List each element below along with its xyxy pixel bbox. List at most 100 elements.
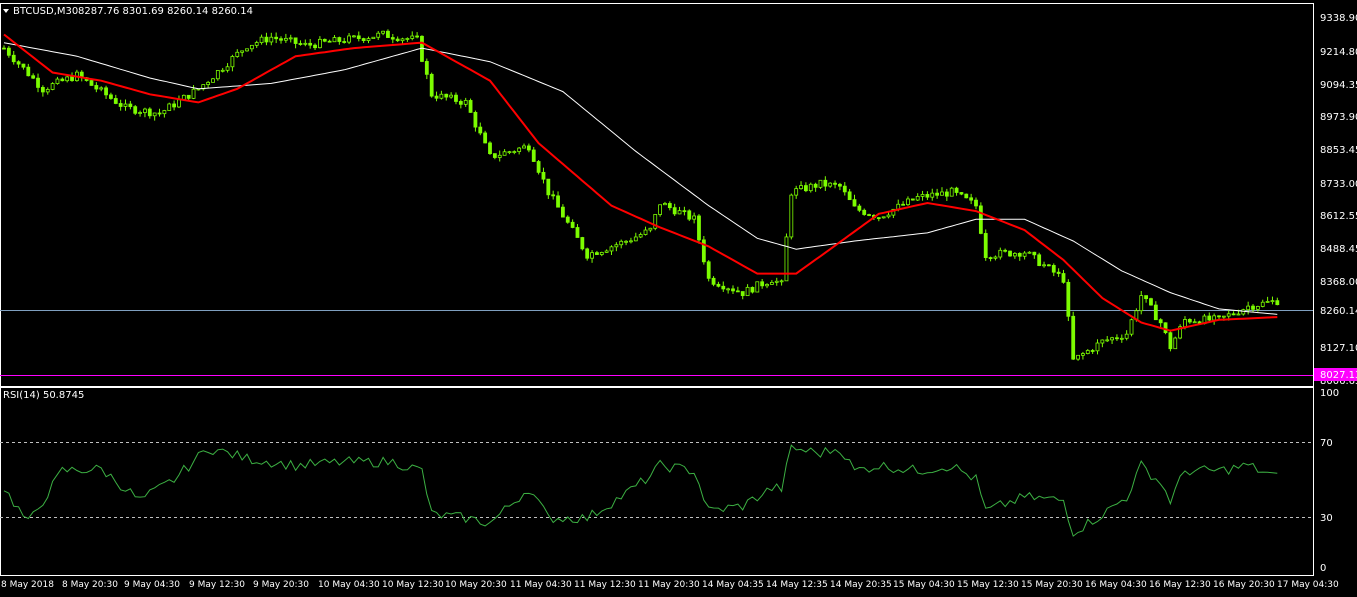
candle-body — [215, 70, 220, 80]
candle-body — [804, 185, 808, 192]
price-tick-label: 8127.10 — [1320, 343, 1357, 354]
rsi-axis: 100 70 30 0 — [1320, 388, 1339, 574]
candle-body — [288, 37, 293, 40]
candle-body — [492, 153, 497, 158]
candle-body — [279, 38, 283, 41]
candle-body — [1129, 319, 1134, 335]
candle-body — [488, 142, 492, 155]
candle-body — [726, 288, 731, 291]
candle-body — [40, 87, 45, 93]
candle-body — [11, 54, 16, 63]
candle-body — [570, 221, 575, 228]
candle-body — [672, 207, 677, 215]
candle-body — [833, 182, 837, 185]
ma-slow-line — [3, 42, 1278, 315]
price-tick-label: 8973.90 — [1320, 112, 1357, 123]
candle-body — [439, 93, 444, 99]
candle-body — [1100, 339, 1105, 344]
candle-body — [624, 240, 628, 243]
candle-body — [283, 37, 288, 41]
candle-body — [1158, 319, 1163, 324]
candle-body — [925, 194, 930, 198]
candle-body — [1095, 342, 1100, 352]
candle-body — [162, 110, 167, 115]
candle-body — [954, 187, 959, 193]
candle-body — [998, 249, 1003, 258]
candle-body — [186, 94, 191, 99]
candle-body — [1071, 315, 1076, 360]
candle-body — [352, 35, 356, 38]
candle-body — [128, 103, 133, 108]
candle-body — [755, 281, 760, 293]
candle-body — [1260, 301, 1265, 307]
candle-body — [1221, 315, 1226, 318]
candle-body — [347, 35, 351, 43]
candle-body — [745, 286, 750, 297]
candle-body — [1017, 252, 1022, 257]
symbol-label: BTCUSD,M30 — [13, 6, 78, 17]
candle-body — [906, 198, 910, 206]
candle-body — [760, 281, 765, 287]
candle-body — [813, 183, 818, 188]
candle-body — [483, 132, 488, 144]
candle-body — [1251, 305, 1255, 310]
candle-body — [1139, 295, 1144, 312]
dropdown-triangle-icon[interactable] — [3, 9, 9, 13]
candle-body — [376, 32, 381, 38]
candle-body — [862, 209, 867, 215]
time-tick-label: 11 May 12:30 — [574, 580, 636, 590]
candle-body — [2, 47, 6, 50]
candle-body — [381, 30, 385, 34]
candle-body — [191, 88, 196, 99]
candle-body — [935, 192, 940, 196]
candle-body — [55, 78, 60, 84]
candle-body — [541, 171, 546, 180]
candle-body — [629, 240, 633, 243]
candle-body — [298, 43, 303, 45]
candle-body — [1124, 333, 1129, 339]
candle-body — [123, 103, 128, 107]
candle-body — [274, 36, 279, 40]
candle-body — [706, 261, 711, 279]
candle-body — [1051, 265, 1056, 273]
candle-body — [638, 234, 643, 238]
candle-body — [424, 61, 429, 75]
candle-body — [269, 36, 274, 43]
candle-body — [118, 103, 123, 107]
candle-body — [507, 151, 512, 154]
candle-body — [225, 66, 230, 71]
price-panel-frame — [0, 3, 1314, 387]
time-axis: 8 May 2018 8 May 20:30 9 May 04:30 9 May… — [1, 580, 1339, 590]
candle-body — [828, 182, 833, 187]
candle-body — [502, 151, 507, 156]
time-tick-label: 8 May 20:30 — [62, 580, 118, 590]
candle-body — [721, 285, 726, 290]
time-tick-label: 16 May 20:30 — [1213, 580, 1275, 590]
candle-body — [765, 284, 769, 287]
candle-body — [444, 93, 449, 98]
candle-body — [342, 41, 347, 43]
candle-body — [31, 75, 36, 79]
candle-body — [794, 188, 799, 196]
candle-body — [531, 149, 536, 162]
candle-body — [536, 161, 541, 173]
price-tick-label: 8612.55 — [1320, 211, 1357, 222]
candle-body — [1003, 249, 1008, 252]
time-tick-label: 14 May 12:35 — [766, 580, 828, 590]
candle-body — [113, 98, 118, 104]
candle-body — [26, 66, 31, 77]
candle-body — [322, 38, 327, 42]
candle-body — [580, 237, 585, 250]
candle-body — [463, 100, 468, 105]
candle-body — [910, 198, 915, 201]
candle-body — [1066, 281, 1071, 317]
candle-body — [658, 204, 662, 215]
candle-body — [799, 185, 803, 190]
time-tick-label: 9 May 20:30 — [253, 580, 309, 590]
candle-body — [750, 286, 755, 293]
candle-body — [458, 101, 463, 105]
candle-body — [104, 87, 108, 96]
candle-body — [235, 51, 240, 57]
candle-body — [857, 205, 862, 211]
candle-body — [415, 35, 420, 38]
